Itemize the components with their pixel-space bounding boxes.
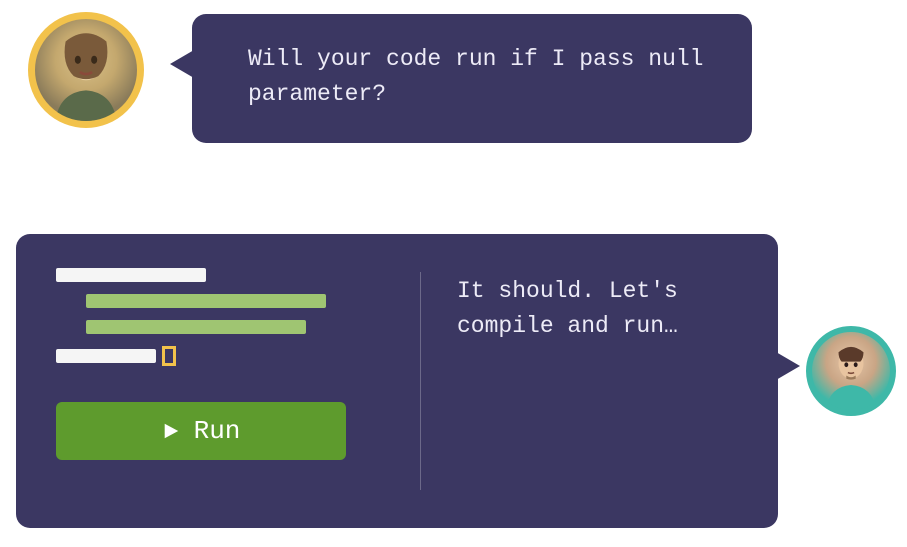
code-editor: Run: [56, 268, 396, 494]
code-line: [86, 294, 326, 308]
run-button[interactable]: Run: [56, 402, 346, 460]
reply-bubble: Run It should. Let's compile and run…: [16, 234, 778, 528]
reply-text: It should. Let's compile and run…: [457, 278, 678, 339]
candidate-avatar: [806, 326, 896, 416]
question-bubble: Will your code run if I pass null parame…: [192, 14, 752, 143]
code-line: [86, 320, 306, 334]
divider: [420, 272, 421, 490]
cursor-icon: [162, 346, 176, 366]
play-icon: [162, 422, 180, 440]
run-button-label: Run: [194, 416, 241, 446]
reply-text-pane: It should. Let's compile and run…: [457, 268, 744, 494]
interviewer-avatar: [28, 12, 144, 128]
person-icon: [812, 332, 890, 410]
code-line-with-cursor: [56, 346, 396, 366]
code-line: [56, 268, 206, 282]
question-text: Will your code run if I pass null parame…: [248, 46, 703, 107]
code-line: [56, 349, 156, 363]
person-icon: [35, 19, 137, 121]
